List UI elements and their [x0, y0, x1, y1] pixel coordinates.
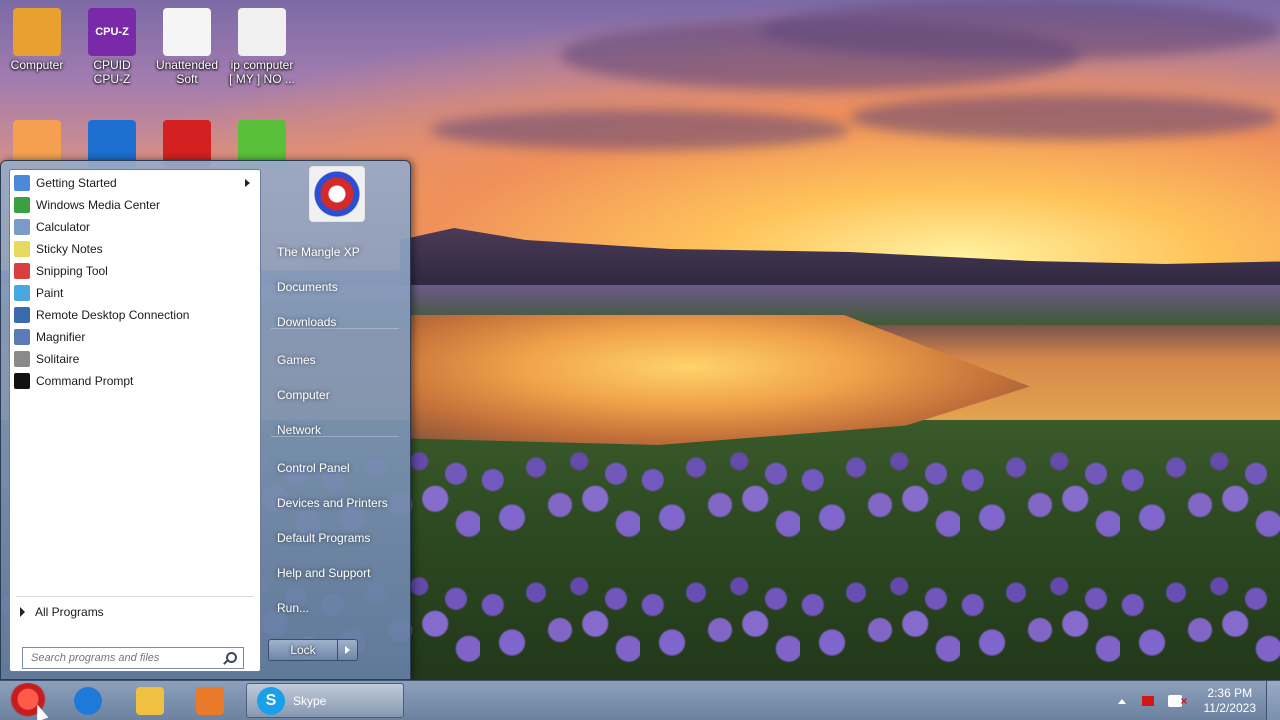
program-item[interactable]: Calculator — [10, 216, 260, 238]
computer-icon — [13, 8, 61, 56]
program-item[interactable]: Paint — [10, 282, 260, 304]
program-label: Solitaire — [36, 352, 80, 366]
program-label: Command Prompt — [36, 374, 134, 388]
system-tray: 2:36 PM 11/2/2023 — [1117, 681, 1280, 720]
program-item[interactable]: Magnifier — [10, 326, 260, 348]
snipping-tool-icon — [14, 263, 30, 279]
taskbar-skype-label: Skype — [293, 693, 327, 708]
media-center-icon — [14, 197, 30, 213]
program-item[interactable]: Command Prompt — [10, 370, 260, 392]
desktop-icon[interactable]: CPU-Z CPUID CPU-Z — [75, 8, 149, 86]
desktop-icon-label: Unattended — [155, 58, 219, 72]
menu-divider — [271, 328, 399, 329]
right-item-games[interactable]: Games — [269, 346, 401, 374]
right-item-run[interactable]: Run... — [269, 594, 401, 622]
magnifier-icon — [14, 329, 30, 345]
command-prompt-icon — [14, 373, 30, 389]
all-programs-button[interactable]: All Programs — [20, 602, 104, 622]
program-item[interactable]: Getting Started — [10, 172, 260, 194]
lock-button-group: Lock — [268, 639, 358, 661]
expand-arrow-icon — [20, 607, 25, 617]
program-label: Windows Media Center — [36, 198, 161, 212]
programs-divider — [16, 596, 254, 597]
folder-icon — [136, 687, 164, 715]
right-item-help-support[interactable]: Help and Support — [269, 559, 401, 587]
internet-explorer-icon — [74, 687, 102, 715]
program-label: Getting Started — [36, 176, 117, 190]
volume-muted-icon[interactable] — [1167, 694, 1188, 708]
start-menu: Getting Started Windows Media Center Calcu… — [0, 160, 411, 680]
sticky-notes-icon — [14, 241, 30, 257]
program-list: Getting Started Windows Media Center Calcu… — [10, 170, 260, 392]
program-item[interactable]: Remote Desktop Connection — [10, 304, 260, 326]
clock-time: 2:36 PM — [1207, 686, 1253, 700]
right-item-control-panel[interactable]: Control Panel — [269, 454, 401, 482]
media-player-icon — [196, 687, 224, 715]
program-label: Remote Desktop Connection — [36, 308, 190, 322]
taskbar-skype-button[interactable]: S Skype — [246, 683, 404, 718]
program-label: Sticky Notes — [36, 242, 103, 256]
taskbar-pinned-button[interactable] — [186, 684, 234, 718]
program-label: Magnifier — [36, 330, 86, 344]
right-item-downloads[interactable]: Downloads — [269, 308, 401, 336]
search-input[interactable] — [23, 648, 213, 668]
desktop-icon[interactable]: ip computer[ MY ] NO ... — [225, 8, 299, 86]
desktop-icon[interactable]: Computer — [0, 8, 74, 72]
program-item[interactable]: Sticky Notes — [10, 238, 260, 260]
right-item-devices-printers[interactable]: Devices and Printers — [269, 489, 401, 517]
taskbar: S Skype 2:36 PM 11/2/2023 — [0, 680, 1280, 720]
action-center-flag-icon[interactable] — [1141, 696, 1154, 706]
menu-divider — [271, 436, 399, 437]
show-hidden-icons-icon[interactable] — [1117, 698, 1126, 704]
program-item[interactable]: Snipping Tool — [10, 260, 260, 282]
programs-pane: Getting Started Windows Media Center Calcu… — [9, 169, 261, 672]
right-item-user[interactable]: The Mangle XP — [269, 238, 401, 266]
show-desktop-button[interactable] — [1266, 681, 1280, 720]
right-item-computer[interactable]: Computer — [269, 381, 401, 409]
skype-icon: S — [257, 686, 285, 715]
lock-button[interactable]: Lock — [269, 640, 337, 660]
desktop-icon-label: Soft — [176, 72, 198, 86]
taskbar-pinned-button[interactable] — [64, 684, 112, 718]
desktop-icon-label: [ MY ] NO ... — [229, 72, 295, 86]
user-avatar[interactable] — [309, 166, 365, 222]
right-item-documents[interactable]: Documents — [269, 273, 401, 301]
desktop-icon-label: ip computer — [230, 58, 294, 72]
program-label: Calculator — [36, 220, 91, 234]
program-item[interactable]: Solitaire — [10, 348, 260, 370]
desktop-icon[interactable]: Unattended Soft — [150, 8, 224, 86]
blank-document-icon — [163, 8, 211, 56]
search-box[interactable] — [22, 647, 244, 669]
getting-started-icon — [14, 175, 30, 191]
shutdown-options-arrow[interactable] — [337, 640, 357, 660]
desktop-icon-label: Computer — [10, 58, 64, 72]
right-item-network[interactable]: Network — [269, 416, 401, 444]
all-programs-label: All Programs — [35, 605, 104, 619]
submenu-arrow-icon — [245, 179, 250, 187]
remote-desktop-icon — [14, 307, 30, 323]
text-document-icon — [238, 8, 286, 56]
right-item-default-programs[interactable]: Default Programs — [269, 524, 401, 552]
clock[interactable]: 2:36 PM 11/2/2023 — [1194, 686, 1267, 716]
paint-icon — [14, 285, 30, 301]
program-item[interactable]: Windows Media Center — [10, 194, 260, 216]
taskbar-pinned-button[interactable] — [126, 684, 174, 718]
program-label: Snipping Tool — [36, 264, 108, 278]
program-label: Paint — [36, 286, 64, 300]
clock-date: 11/2/2023 — [1203, 701, 1257, 715]
calculator-icon — [14, 219, 30, 235]
desktop-icon-label: CPU-Z — [93, 72, 131, 86]
search-icon[interactable] — [226, 652, 237, 663]
cpu-z-icon: CPU-Z — [88, 8, 136, 56]
solitaire-icon — [14, 351, 30, 367]
desktop-icon-label: CPUID — [93, 58, 131, 72]
